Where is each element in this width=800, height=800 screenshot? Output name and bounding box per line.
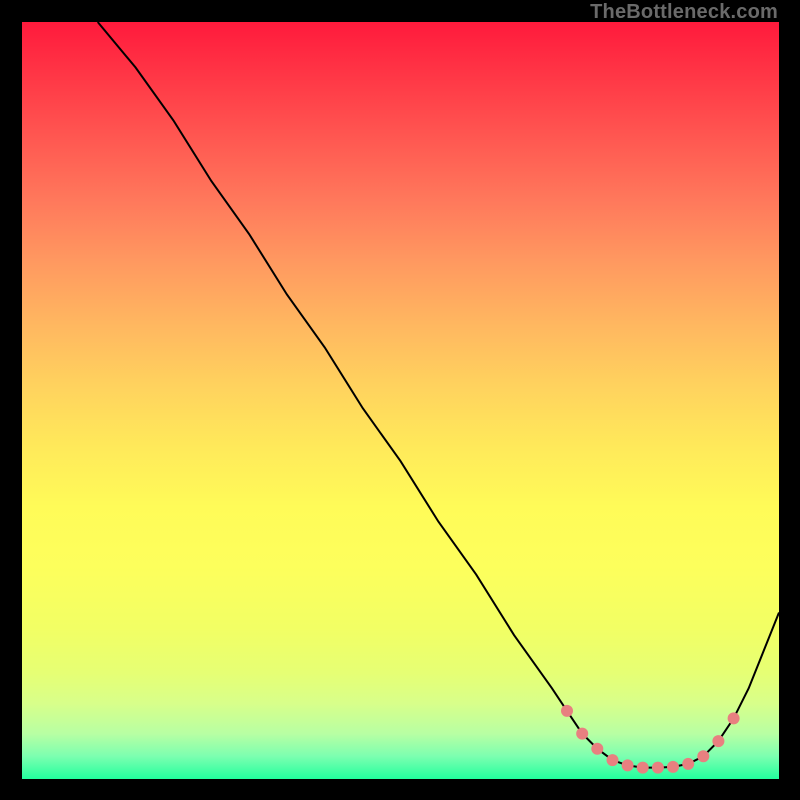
highlight-dot <box>682 758 694 770</box>
chart-svg <box>22 22 779 779</box>
highlight-dot <box>622 759 634 771</box>
plot-area <box>22 22 779 779</box>
highlight-dot <box>591 743 603 755</box>
highlight-dot <box>728 712 740 724</box>
highlight-dot <box>712 735 724 747</box>
bottleneck-curve <box>98 22 779 768</box>
highlight-dot <box>607 754 619 766</box>
highlight-dot <box>561 705 573 717</box>
highlight-dot <box>576 728 588 740</box>
highlight-dot <box>697 750 709 762</box>
highlight-dot <box>637 762 649 774</box>
highlight-dot <box>652 762 664 774</box>
chart-stage: TheBottleneck.com <box>0 0 800 800</box>
highlight-dot <box>667 761 679 773</box>
watermark-text: TheBottleneck.com <box>590 1 778 24</box>
